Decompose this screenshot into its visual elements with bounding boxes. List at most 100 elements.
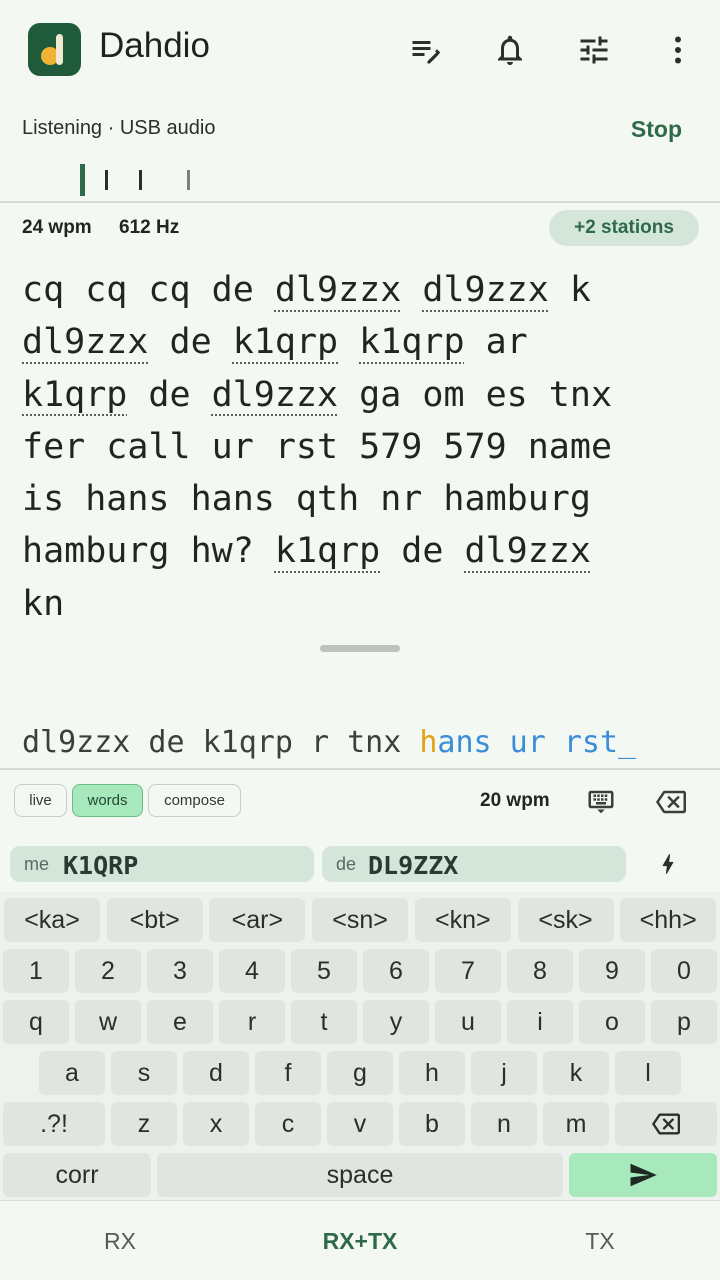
key-letter[interactable]: y — [363, 1000, 429, 1044]
key-letter[interactable]: f — [255, 1051, 321, 1095]
decoded-word — [338, 322, 359, 362]
key-letter[interactable]: n — [471, 1102, 537, 1146]
tx-sent-text: dl9zzx de k1qrp r tnx — [22, 725, 420, 760]
listening-status: Listening · USB audio — [22, 117, 216, 139]
key-letter[interactable]: m — [543, 1102, 609, 1146]
key-letter[interactable]: t — [291, 1000, 357, 1044]
key-prosign[interactable]: <sn> — [312, 898, 409, 942]
key-letter[interactable]: a — [39, 1051, 105, 1095]
decoded-text: cq cq cq de dl9zzx dl9zzx k dl9zzx de k1q… — [22, 264, 702, 630]
key-punctuation[interactable]: .?! — [3, 1102, 105, 1146]
their-callsign-value: DL9ZZX — [368, 851, 459, 880]
my-callsign-field[interactable]: me K1QRP — [10, 846, 314, 882]
keyboard-toggle-button[interactable] — [583, 784, 619, 820]
key-letter[interactable]: b — [399, 1102, 465, 1146]
key-digit[interactable]: 0 — [651, 949, 717, 993]
key-letter[interactable]: e — [147, 1000, 213, 1044]
key-letter[interactable]: h — [399, 1051, 465, 1095]
tx-cursor: _ — [618, 725, 637, 760]
notifications-button[interactable] — [486, 26, 534, 74]
callsign-link[interactable]: dl9zzx — [212, 375, 338, 415]
callsign-link[interactable]: k1qrp — [233, 322, 338, 362]
app-bar: Dahdio — [0, 0, 720, 100]
drag-handle[interactable] — [320, 645, 400, 652]
stations-chip[interactable]: +2 stations — [549, 210, 699, 246]
tx-wpm[interactable]: 20 wpm — [480, 790, 550, 812]
key-digit[interactable]: 4 — [219, 949, 285, 993]
key-backspace[interactable] — [615, 1102, 717, 1146]
decoded-word: de — [127, 374, 212, 415]
stop-button[interactable]: Stop — [631, 116, 682, 143]
callsign-link[interactable]: dl9zzx — [275, 270, 401, 310]
nav-tab-rx[interactable]: RX — [0, 1201, 240, 1280]
key-digit[interactable]: 7 — [435, 949, 501, 993]
mode-words-chip[interactable]: words — [72, 784, 143, 817]
key-letter[interactable]: p — [651, 1000, 717, 1044]
key-letter[interactable]: l — [615, 1051, 681, 1095]
key-letter[interactable]: g — [327, 1051, 393, 1095]
key-letter[interactable]: x — [183, 1102, 249, 1146]
signal-bar — [105, 170, 108, 190]
clear-tx-button[interactable] — [652, 784, 690, 820]
decoded-word: cq cq cq de — [22, 270, 275, 310]
callsign-link[interactable]: dl9zzx — [465, 531, 591, 571]
decoded-line: fer call ur rst 579 579 name — [22, 421, 702, 473]
key-letter[interactable]: w — [75, 1000, 141, 1044]
key-letter[interactable]: d — [183, 1051, 249, 1095]
my-callsign-value: K1QRP — [63, 851, 139, 880]
key-prosign[interactable]: <sk> — [517, 898, 614, 942]
key-digit[interactable]: 6 — [363, 949, 429, 993]
decoded-word: kn — [22, 583, 65, 624]
send-button[interactable] — [569, 1153, 717, 1197]
key-letter[interactable]: i — [507, 1000, 573, 1044]
nav-tab-tx[interactable]: TX — [480, 1201, 720, 1280]
key-digit[interactable]: 5 — [291, 949, 357, 993]
key-letter[interactable]: q — [3, 1000, 69, 1044]
their-callsign-field[interactable]: de DL9ZZX — [322, 846, 626, 882]
more-options-button[interactable] — [654, 26, 702, 74]
key-prosign[interactable]: <ar> — [209, 898, 306, 942]
rx-wpm: 24 wpm — [22, 217, 92, 238]
mode-live-chip[interactable]: live — [14, 784, 67, 817]
callsign-link[interactable]: k1qrp — [359, 322, 464, 362]
callsign-link[interactable]: k1qrp — [275, 531, 380, 571]
key-digit[interactable]: 2 — [75, 949, 141, 993]
edit-list-icon — [412, 41, 441, 64]
callsign-link[interactable]: dl9zzx — [422, 270, 548, 310]
key-letter[interactable]: j — [471, 1051, 537, 1095]
signal-bar — [139, 170, 142, 190]
key-letter[interactable]: z — [111, 1102, 177, 1146]
key-digit[interactable]: 9 — [579, 949, 645, 993]
app-title: Dahdio — [99, 26, 210, 65]
decoded-word: de — [148, 322, 233, 363]
key-prosign[interactable]: <ka> — [4, 898, 100, 942]
cw-keyboard: <ka> <bt> <ar> <sn> <kn> <sk> <hh> 1 2 3 4 5 6 7 8 9 0 q w… — [0, 892, 720, 1200]
key-prosign[interactable]: <hh> — [620, 898, 717, 942]
key-prosign[interactable]: <bt> — [106, 898, 203, 942]
key-letter[interactable]: s — [111, 1051, 177, 1095]
mode-compose-chip[interactable]: compose — [148, 784, 241, 817]
decoded-line: cq cq cq de dl9zzx dl9zzx k — [22, 264, 702, 316]
signal-bar — [187, 170, 190, 190]
send-icon — [630, 1163, 657, 1187]
key-space[interactable]: space — [157, 1153, 563, 1197]
nav-tab-rxtx[interactable]: RX+TX — [240, 1201, 480, 1280]
key-letter[interactable]: v — [327, 1102, 393, 1146]
decoded-word — [401, 270, 422, 310]
quick-macro-button[interactable] — [650, 846, 686, 882]
key-letter[interactable]: c — [255, 1102, 321, 1146]
key-prosign[interactable]: <kn> — [414, 898, 511, 942]
edit-list-button[interactable] — [402, 26, 450, 74]
key-letter[interactable]: u — [435, 1000, 501, 1044]
key-letter[interactable]: o — [579, 1000, 645, 1044]
key-digit[interactable]: 1 — [3, 949, 69, 993]
key-correction[interactable]: corr — [3, 1153, 151, 1197]
key-letter[interactable]: k — [543, 1051, 609, 1095]
callsign-link[interactable]: k1qrp — [22, 375, 127, 415]
key-letter[interactable]: r — [219, 1000, 285, 1044]
key-digit[interactable]: 3 — [147, 949, 213, 993]
settings-sliders-button[interactable] — [570, 26, 618, 74]
callsign-link[interactable]: dl9zzx — [22, 322, 148, 362]
key-digit[interactable]: 8 — [507, 949, 573, 993]
more-vert-icon — [675, 36, 681, 64]
